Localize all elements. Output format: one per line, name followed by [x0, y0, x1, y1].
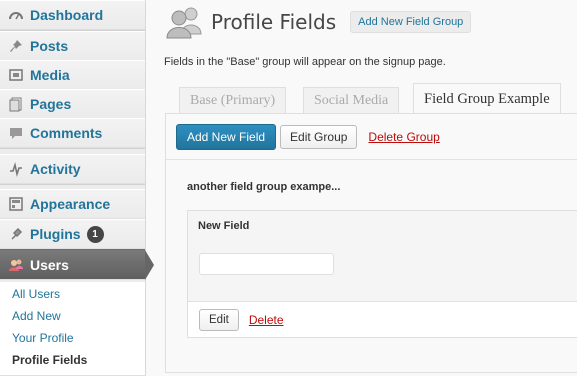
menu-label: Dashboard — [30, 7, 104, 23]
add-new-field-group-button[interactable]: Add New Field Group — [350, 11, 472, 33]
field-box: New Field Edit Delete — [187, 210, 577, 338]
comments-icon — [8, 125, 24, 141]
add-new-field-button[interactable]: Add New Field — [176, 124, 277, 150]
menu-label: Comments — [30, 125, 103, 141]
users-icon — [8, 257, 24, 273]
pin-icon — [8, 38, 24, 54]
users-icon — [166, 4, 204, 40]
delete-group-link[interactable]: Delete Group — [368, 130, 439, 144]
field-group-panel: Add New Field Edit Group Delete Group an… — [165, 113, 577, 373]
tab-base-primary[interactable]: Base (Primary) — [179, 87, 287, 114]
menu-label: Appearance — [30, 196, 111, 212]
page-title: Profile Fields — [211, 10, 337, 34]
tab-social-media[interactable]: Social Media — [303, 87, 400, 114]
appearance-icon — [8, 196, 24, 212]
group-description: another field group exampe... — [187, 181, 341, 193]
divider — [166, 159, 577, 160]
menu-label: Users — [30, 256, 69, 273]
new-field-input[interactable] — [199, 253, 334, 275]
pages-icon — [8, 96, 24, 112]
submenu-your-profile[interactable]: Your Profile — [12, 331, 74, 345]
delete-field-link[interactable]: Delete — [249, 313, 284, 327]
edit-field-button[interactable]: Edit — [199, 309, 239, 331]
menu-activity[interactable]: Activity — [0, 154, 145, 184]
intro-text: Fields in the "Base" group will appear o… — [164, 56, 446, 68]
submenu-profile-fields[interactable]: Profile Fields — [12, 353, 87, 367]
menu-label: Posts — [30, 38, 69, 54]
media-icon — [8, 67, 24, 83]
dashboard-icon — [8, 7, 24, 23]
activity-icon — [8, 161, 24, 177]
menu-label: Activity — [30, 161, 81, 177]
tab-field-group-example[interactable]: Field Group Example — [413, 83, 561, 115]
main-content: Profile Fields Add New Field Group Field… — [146, 0, 577, 376]
update-count-badge: 1 — [86, 225, 104, 243]
page-header: Profile Fields Add New Field Group — [166, 4, 472, 40]
menu-media[interactable]: Media — [0, 60, 145, 90]
edit-group-button[interactable]: Edit Group — [280, 125, 358, 149]
menu-users[interactable]: Users — [0, 249, 154, 280]
field-actions: Edit Delete — [199, 309, 284, 331]
group-action-bar: Add New Field Edit Group Delete Group — [176, 124, 440, 150]
plugins-icon — [8, 226, 24, 242]
menu-plugins[interactable]: Plugins 1 — [0, 219, 145, 249]
menu-posts[interactable]: Posts — [0, 31, 145, 61]
menu-pages[interactable]: Pages — [0, 89, 145, 119]
field-preview: New Field — [188, 211, 577, 301]
menu-dashboard[interactable]: Dashboard — [0, 0, 145, 30]
menu-comments[interactable]: Comments — [0, 118, 145, 148]
menu-label: Media — [30, 67, 70, 83]
submenu-add-new[interactable]: Add New — [12, 309, 61, 323]
submenu-all-users[interactable]: All Users — [12, 287, 60, 301]
users-submenu: All Users Add New Your Profile Profile F… — [0, 282, 145, 376]
divider — [188, 301, 577, 302]
menu-label: Plugins — [30, 226, 81, 242]
admin-sidebar: Dashboard Posts Media Pages Comments Act… — [0, 0, 154, 376]
menu-appearance[interactable]: Appearance — [0, 189, 145, 219]
field-title: New Field — [198, 220, 250, 232]
menu-label: Pages — [30, 96, 72, 112]
